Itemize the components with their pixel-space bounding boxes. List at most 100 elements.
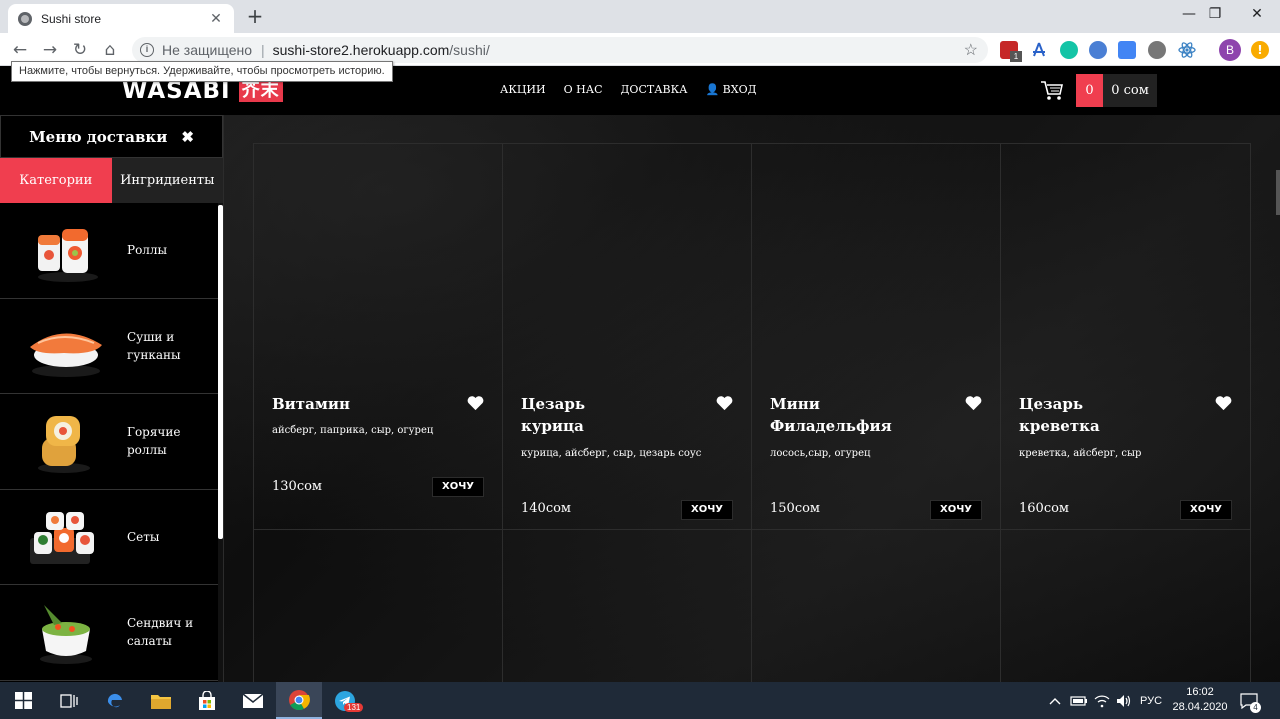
heart-icon[interactable] [965,395,982,411]
vpn-extension-icon[interactable] [1089,41,1107,59]
notifications-icon[interactable]: 4 [1240,682,1261,719]
mail-icon[interactable] [230,682,276,719]
show-hidden-icons[interactable] [1048,682,1062,719]
hot-roll-icon [38,416,90,474]
omnibox-separator: | [261,42,265,58]
product-card-empty [751,529,1001,682]
address-bar[interactable]: i Не защищено | sushi-store2.herokuapp.c… [132,37,988,63]
acrobat-extension-icon[interactable] [1030,41,1048,59]
product-card: Витамин айсберг, паприка, сыр, огурец 13… [253,143,503,530]
nav-delivery[interactable]: ДОСТАВКА [620,83,687,96]
nav-about[interactable]: О НАС [564,83,603,96]
sidebar-title: Меню доставки [29,127,168,146]
wifi-icon[interactable] [1094,682,1110,719]
url-path: /sushi/ [449,42,490,58]
update-icon[interactable]: ! [1251,41,1269,59]
translate-extension-icon[interactable] [1118,41,1136,59]
sidebar-tabs: Категории Ингридиенты [0,158,223,203]
category-label: Горячие роллы [127,425,181,458]
product-card: Цезарь креветка креветка, айсберг, сыр 1… [1000,143,1251,530]
input-language[interactable]: РУС [1140,682,1162,719]
tab-close-button[interactable]: ✕ [208,11,224,27]
windows-taskbar: 131 РУС 16:02 28.04.2020 4 [0,682,1280,719]
want-button[interactable]: ХОЧУ [930,500,982,520]
category-label: Сендвич и салаты [127,616,194,649]
roll-icon [38,229,98,283]
battery-icon[interactable] [1070,682,1088,719]
category-sandwich-salads[interactable]: Сендвич и салаты [0,585,223,681]
restore-button[interactable]: ❐ [1192,0,1238,30]
notifications-count: 4 [1250,702,1261,713]
browser-tab[interactable]: Sushi store ✕ [8,4,234,33]
cart-total[interactable]: 0 сом [1103,74,1157,107]
windows-start-icon[interactable] [0,682,46,719]
nav-login[interactable]: 👤 ВХОД [705,83,756,96]
close-window-button[interactable]: ✕ [1234,0,1280,30]
new-tab-button[interactable]: + [244,4,266,28]
nav-login-label: ВХОД [722,83,757,96]
chrome-taskbar-icon[interactable] [276,682,322,719]
heart-icon[interactable] [467,395,484,411]
tab-ingredients[interactable]: Ингридиенты [111,158,223,203]
want-button[interactable]: ХОЧУ [1180,500,1232,520]
profile-avatar[interactable]: B [1219,39,1241,61]
sidebar-scroll-thumb[interactable] [218,205,223,539]
product-price: 150сом [770,501,821,516]
main-nav: АКЦИИ О НАС ДОСТАВКА 👤 ВХОД [500,83,775,96]
product-card-empty [502,529,752,682]
file-explorer-icon[interactable] [138,682,184,719]
task-view-icon[interactable] [46,682,92,719]
category-label: Сеты [127,529,160,544]
product-card-empty [253,529,503,682]
back-icon[interactable]: ← [8,38,32,62]
react-devtools-icon[interactable] [1178,41,1196,59]
page-scroll-thumb[interactable] [1276,170,1280,215]
store-icon[interactable] [184,682,230,719]
reload-icon[interactable]: ↻ [68,38,92,62]
category-sushi-gunkans[interactable]: Суши и гунканы [0,298,223,394]
clock-time: 16:02 [1186,686,1214,698]
page-scrollbar[interactable] [1276,115,1280,682]
close-icon[interactable]: ✖ [181,128,194,146]
product-ingredients: айсберг, паприка, сыр, огурец [272,425,434,436]
heart-icon[interactable] [716,395,733,411]
category-sets[interactable]: Сеты [0,489,223,585]
tab-title: Sushi store [41,11,102,26]
bookmark-star-icon[interactable]: ☆ [964,40,978,60]
cart-count-badge[interactable]: 0 [1076,74,1103,107]
forward-icon[interactable]: → [38,38,62,62]
user-icon: 👤 [705,83,720,96]
want-button[interactable]: ХОЧУ [432,477,484,497]
product-name: Витамин [272,395,350,413]
product-card: Цезарь курица курица, айсберг, сыр, цеза… [502,143,752,530]
globe-icon [18,11,32,26]
sidebar-scrollbar[interactable] [218,203,223,682]
cart-icon[interactable] [1040,78,1064,102]
security-label: Не защищено [162,42,252,58]
chat-extension-icon[interactable] [1060,41,1078,59]
category-list: Роллы Суши и гунканы Горячие роллы Сеты … [0,203,223,682]
home-icon[interactable]: ⌂ [98,38,122,62]
want-button[interactable]: ХОЧУ [681,500,733,520]
product-ingredients: креветка, айсберг, сыр [1019,448,1142,459]
volume-icon[interactable] [1116,682,1132,719]
set-icon [30,511,94,564]
system-clock[interactable]: 16:02 28.04.2020 [1170,685,1230,715]
edge-icon[interactable] [92,682,138,719]
tab-categories[interactable]: Категории [0,158,112,203]
product-name: Цезарь креветка [1019,395,1100,435]
category-label: Роллы [127,243,168,258]
category-hot-rolls[interactable]: Горячие роллы [0,394,223,490]
product-card: Мини Филадельфия лосось,сыр, огурец 150с… [751,143,1001,530]
globe-extension-icon[interactable] [1148,41,1166,59]
heart-icon[interactable] [1215,395,1232,411]
browser-tab-strip: Sushi store ✕ + — ❐ ✕ [0,0,1280,33]
telegram-icon[interactable]: 131 [322,682,368,719]
info-icon[interactable]: i [140,43,154,57]
category-rolls[interactable]: Роллы [0,203,223,299]
nav-promotions[interactable]: АКЦИИ [500,83,546,96]
product-ingredients: курица, айсберг, сыр, цезарь соус [521,448,702,459]
sidebar-header: Меню доставки ✖ [0,115,223,158]
logo-kanji: 芥末 [238,80,283,102]
clock-date: 28.04.2020 [1172,701,1228,713]
